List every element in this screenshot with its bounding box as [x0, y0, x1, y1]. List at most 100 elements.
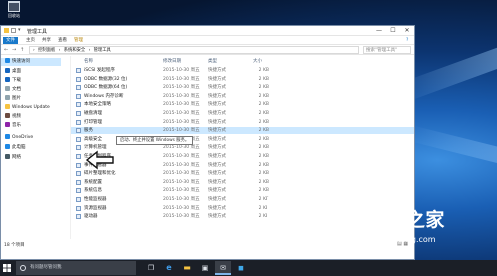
file-date: 2015-10-30 周五 — [163, 205, 200, 211]
sidebar-item[interactable]: 视频 — [5, 113, 21, 121]
folder-icon — [4, 28, 9, 33]
file-row[interactable]: 系统信息 2015-10-30 周五 快捷方式 2 KB — [71, 187, 414, 194]
help-button[interactable]: ? — [403, 37, 411, 44]
windows-logo — [267, 187, 327, 256]
file-row[interactable]: 本地安全策略 2015-10-30 周五 快捷方式 2 KB — [71, 101, 414, 108]
sidebar-item-icon — [5, 154, 10, 159]
file-row[interactable]: 任务计划程序2015-10-30 周五快捷方式2 KB — [71, 153, 414, 160]
sidebar-item[interactable]: 快速访问 — [1, 58, 61, 66]
tab-file[interactable]: 文件 — [3, 37, 18, 44]
recycle-bin-shortcut[interactable]: 回收站 — [3, 1, 25, 19]
maximize-button[interactable]: ☐ — [386, 26, 400, 36]
address-bar[interactable]: › 控制面板 › 系统和安全 › 管理工具 — [29, 46, 359, 54]
file-row[interactable]: 服务 2015-10-30 周五 快捷方式 2 KB — [71, 127, 414, 135]
sidebar-item[interactable]: 此电脑 — [5, 144, 26, 152]
file-type: 快捷方式 — [208, 179, 226, 185]
sidebar-item[interactable]: OneDrive — [5, 134, 33, 142]
shortcut-icon — [76, 188, 81, 194]
file-type: 快捷方式 — [208, 136, 226, 142]
watermark-brand: Win10之家 www.win10xitong.com — [336, 205, 445, 244]
file-date: 2015-10-30 周五 — [163, 179, 200, 185]
file-row[interactable]: ODBC 数据源(32 位) 2015-10-30 周五 快捷方式 2 KB — [71, 76, 414, 83]
search-input[interactable]: 搜索"管理工具" — [363, 46, 411, 54]
pointer-arrow-icon — [85, 150, 114, 170]
tab-home[interactable]: 主页 — [23, 37, 38, 44]
column-name[interactable]: 名称 — [84, 58, 93, 64]
sidebar-item[interactable]: 文档 — [5, 86, 21, 94]
file-row[interactable]: Windows 内存诊断 2015-10-30 周五 快捷方式 2 KB — [71, 93, 414, 100]
forward-button[interactable]: → — [12, 46, 16, 54]
ribbon-tabs: 文件 主页 共享 查看 管理 ? — [1, 36, 414, 45]
file-size: 2 KB — [258, 111, 269, 116]
file-name: 性能监视器 — [84, 197, 107, 202]
up-button[interactable]: ↑ — [20, 46, 24, 54]
shortcut-icon — [76, 119, 81, 125]
column-size[interactable]: 大小 — [253, 58, 262, 64]
shortcut-icon — [76, 93, 81, 99]
file-row[interactable]: 打印管理 2015-10-30 周五 快捷方式 2 KB — [71, 119, 414, 126]
shortcut-icon — [76, 171, 81, 177]
sidebar-item[interactable]: Windows Update — [5, 104, 50, 112]
file-size: 2 KB — [258, 179, 269, 185]
app-icon[interactable]: ◼ — [233, 261, 249, 275]
file-row[interactable]: 磁盘清理 2015-10-30 周五 快捷方式 2 KB — [71, 110, 414, 117]
file-type: 快捷方式 — [208, 188, 226, 194]
file-name: ODBC 数据源(64 位) — [84, 85, 128, 91]
sidebar-item[interactable]: 下载 — [5, 77, 21, 85]
file-row[interactable]: iSCSI 发起程序 2015-10-30 周五 快捷方式 2 KB — [71, 67, 414, 74]
tab-view[interactable]: 查看 — [55, 37, 70, 44]
chevron-down-icon[interactable]: ▾ — [18, 28, 23, 33]
file-row[interactable]: 事件查看器2015-10-30 周五快捷方式2 KB — [71, 162, 414, 169]
sidebar-item-icon — [5, 144, 10, 149]
file-name: 磁盘清理 — [84, 111, 102, 116]
back-button[interactable]: ← — [4, 46, 8, 54]
breadcrumb-item[interactable]: 管理工具 — [94, 48, 111, 53]
watermark-title: Win10之家 — [336, 209, 445, 231]
file-type: 快捷方式 — [208, 119, 226, 125]
sidebar-item[interactable]: 桌面 — [5, 68, 21, 76]
file-row[interactable]: 碎片整理和优化 2015-10-30 周五 快捷方式 2 KB — [71, 170, 414, 177]
edge-icon[interactable]: e — [161, 261, 177, 275]
column-date[interactable]: 修改日期 — [163, 58, 181, 64]
start-button[interactable] — [3, 264, 11, 272]
file-row[interactable]: 性能监视器 2015-10-30 周五 快捷方式 2 KB — [71, 196, 414, 203]
sidebar-item-icon — [5, 77, 10, 82]
file-type: 快捷方式 — [208, 102, 226, 108]
sidebar-item-icon — [5, 58, 10, 63]
close-button[interactable]: ✕ — [400, 26, 414, 36]
file-type: 快捷方式 — [208, 93, 226, 99]
sidebar-item-label: 图片 — [12, 96, 21, 101]
breadcrumb-item[interactable]: 控制面板 — [38, 48, 55, 53]
file-explorer-icon[interactable]: ▬ — [179, 261, 195, 275]
column-type[interactable]: 类型 — [208, 58, 217, 64]
file-size: 2 KB — [258, 128, 269, 134]
shortcut-icon — [76, 154, 81, 159]
sidebar-item[interactable]: 音乐 — [5, 122, 21, 130]
sidebar-item[interactable]: 网络 — [5, 154, 21, 162]
title-bar[interactable]: ▾ 管理工具 — ☐ ✕ — [1, 26, 414, 36]
properties-icon[interactable] — [11, 28, 16, 33]
breadcrumb-arrow-icon: › — [33, 48, 37, 53]
file-date: 2015-10-30 周五 — [163, 102, 200, 108]
store-icon[interactable]: ▣ — [197, 261, 213, 275]
task-view-icon[interactable]: ❐ — [143, 261, 159, 275]
light-beam — [404, 124, 497, 172]
file-date: 2015-10-30 周五 — [163, 154, 200, 159]
file-row[interactable]: ODBC 数据源(64 位) 2015-10-30 周五 快捷方式 2 KB — [71, 84, 414, 91]
mail-icon[interactable]: ✉ — [215, 261, 231, 275]
tab-manage[interactable]: 管理 — [71, 37, 86, 44]
file-name: 系统信息 — [84, 188, 102, 194]
file-row[interactable]: 计算机管理 2015-10-30 周五 快捷方式 2 KB — [71, 144, 414, 151]
window-title: 管理工具 — [27, 29, 48, 35]
file-size: 2 KB — [258, 76, 269, 82]
file-size: 2 KB — [258, 145, 269, 151]
tab-share[interactable]: 共享 — [39, 37, 54, 44]
navigation-pane: 快速访问桌面 下载 文档图片 Windows Update 视频 音乐 OneDrive 此电… — [1, 56, 71, 239]
sidebar-item[interactable]: 图片 — [5, 95, 21, 103]
address-bar-row: ← → ↑ › 控制面板 › 系统和安全 › 管理工具 搜索"管理工具" — [1, 45, 414, 55]
minimize-button[interactable]: — — [372, 26, 386, 36]
file-type: 快捷方式 — [208, 85, 226, 91]
cortana-search-box[interactable]: 有问题尽管问我 — [16, 261, 136, 275]
breadcrumb-item[interactable]: 系统和安全 — [64, 48, 85, 53]
file-row[interactable]: 系统配置 2015-10-30 周五 快捷方式 2 KB — [71, 179, 414, 186]
